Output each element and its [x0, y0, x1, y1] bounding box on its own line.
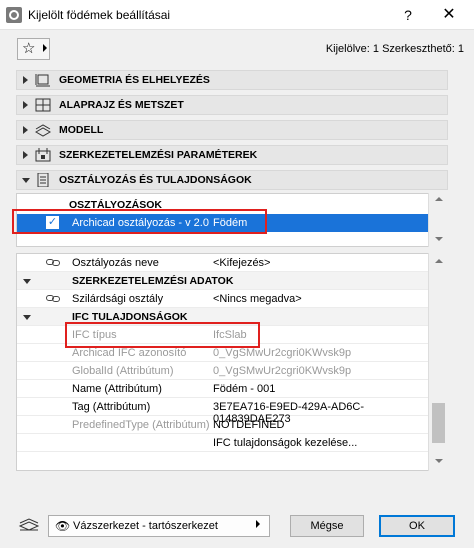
panel-classification-properties[interactable]: OSZTÁLYOZÁS ÉS TULAJDONSÁGOK: [16, 170, 448, 190]
panel-label: GEOMETRIA ÉS ELHELYEZÉS: [59, 74, 210, 86]
scrollbar-thumb[interactable]: [432, 403, 445, 443]
property-section-name: SZERKEZETELEMZÉSI ADATOK: [72, 275, 234, 287]
window-title: Kijelölt födémek beállításai: [28, 8, 171, 22]
layers-icon[interactable]: [18, 516, 40, 534]
caret-right-icon: [256, 520, 260, 528]
cancel-button[interactable]: Mégse: [290, 515, 364, 537]
expand-arrow-icon: [23, 151, 28, 159]
collapse-arrow-icon: [22, 178, 30, 183]
property-name: PredefinedType (Attribútum): [72, 419, 210, 431]
property-name: GlobalId (Attribútum): [72, 365, 174, 377]
property-value: <Kifejezés>: [213, 257, 271, 269]
panel-structural[interactable]: SZERKEZETELEMZÉSI PARAMÉTEREK: [16, 145, 448, 165]
archicad-app-icon: [6, 7, 22, 23]
caret-right-icon: [43, 44, 47, 52]
highlight-box-ifc-type: [65, 322, 260, 348]
property-value: 0_VgSMwUr2cgri0KWvsk9p: [213, 347, 352, 359]
expand-arrow-icon: [23, 76, 28, 84]
scroll-up-icon[interactable]: [435, 197, 443, 201]
highlight-box-classification: [12, 209, 267, 234]
ok-button[interactable]: OK: [379, 515, 455, 537]
property-name: Name (Attribútum): [72, 383, 162, 395]
classifications-scrollbar[interactable]: [428, 193, 448, 247]
expand-arrow-icon: [23, 101, 28, 109]
property-row[interactable]: GlobalId (Attribútum) 0_VgSMwUr2cgri0KWv…: [17, 362, 429, 380]
property-row[interactable]: PredefinedType (Attribútum) NOTDEFINED: [17, 416, 429, 434]
properties-icon: [37, 173, 49, 187]
properties-scrollbar[interactable]: [428, 253, 448, 471]
link-icon: [46, 295, 60, 302]
manage-ifc-properties-row[interactable]: IFC tulajdonságok kezelése...: [17, 434, 429, 452]
eye-icon: 👁: [55, 519, 71, 533]
property-value: NOTDEFINED: [213, 419, 285, 431]
expand-arrow-icon: [23, 126, 28, 134]
geometry-icon: [35, 74, 50, 87]
scroll-up-icon[interactable]: [435, 259, 443, 263]
view-setting-label: Vázszerkezet - tartószerkezet: [73, 520, 218, 532]
scroll-down-icon[interactable]: [435, 237, 443, 241]
panel-label: MODELL: [59, 124, 104, 136]
view-setting-dropdown[interactable]: 👁 Vázszerkezet - tartószerkezet: [48, 515, 270, 537]
collapse-arrow-icon: [23, 279, 31, 284]
property-value: Födém - 001: [213, 383, 276, 395]
manage-ifc-properties-link[interactable]: IFC tulajdonságok kezelése...: [213, 437, 357, 449]
title-bar: Kijelölt födémek beállításai ? ✕: [0, 0, 474, 30]
properties-list: Osztályozás neve <Kifejezés> SZERKEZETEL…: [16, 253, 448, 471]
property-row[interactable]: Name (Attribútum) Födém - 001: [17, 380, 429, 398]
floorplan-icon: [35, 98, 51, 112]
property-value: <Nincs megadva>: [213, 293, 302, 305]
model-icon: [35, 124, 51, 137]
property-name: Osztályozás neve: [72, 257, 159, 269]
close-button[interactable]: ✕: [436, 4, 462, 26]
link-icon: [46, 259, 60, 266]
property-row[interactable]: Osztályozás neve <Kifejezés>: [17, 254, 429, 272]
help-button[interactable]: ?: [396, 4, 420, 26]
selection-info: Kijelölve: 1 Szerkeszthető: 1: [325, 43, 464, 55]
panel-label: OSZTÁLYOZÁS ÉS TULAJDONSÁGOK: [59, 174, 252, 186]
favorites-button[interactable]: ☆: [17, 38, 50, 60]
property-name: Archicad IFC azonosító: [72, 347, 187, 359]
property-section-row[interactable]: SZERKEZETELEMZÉSI ADATOK: [17, 272, 429, 290]
star-icon: ☆: [22, 40, 36, 57]
panel-floorplan[interactable]: ALAPRAJZ ÉS METSZET: [16, 95, 448, 115]
scroll-down-icon[interactable]: [435, 459, 443, 463]
property-row[interactable]: Tag (Attribútum) 3E7EA716-E9ED-429A-AD6C…: [17, 398, 429, 425]
property-name: Szilárdsági osztály: [72, 293, 164, 305]
property-value: 0_VgSMwUr2cgri0KWvsk9p: [213, 365, 352, 377]
panel-geometry[interactable]: GEOMETRIA ÉS ELHELYEZÉS: [16, 70, 448, 90]
panel-label: SZERKEZETELEMZÉSI PARAMÉTEREK: [59, 149, 258, 161]
structural-icon: [35, 148, 51, 162]
panel-label: ALAPRAJZ ÉS METSZET: [59, 99, 184, 111]
panel-model[interactable]: MODELL: [16, 120, 448, 140]
property-name: Tag (Attribútum): [72, 401, 151, 413]
collapse-arrow-icon: [23, 315, 31, 320]
property-row[interactable]: Szilárdsági osztály <Nincs megadva>: [17, 290, 429, 308]
